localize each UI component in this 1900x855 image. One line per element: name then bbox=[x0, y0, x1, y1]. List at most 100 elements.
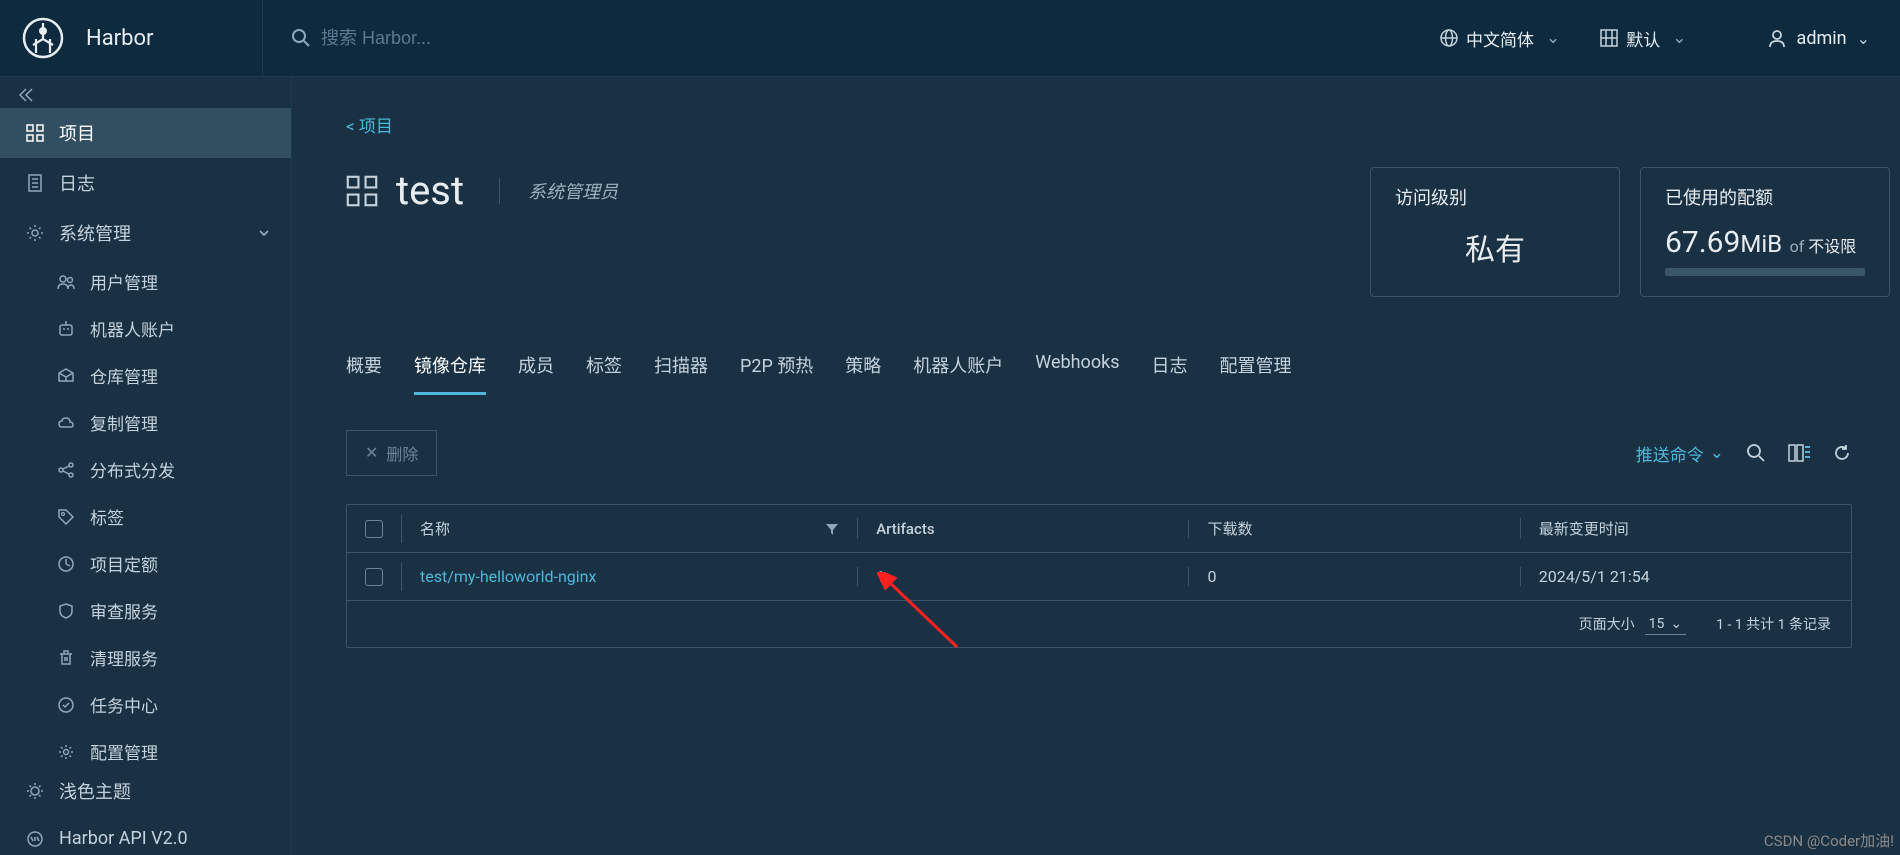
chevron-down-icon: ⌄ bbox=[1546, 28, 1560, 48]
tab-logs[interactable]: 日志 bbox=[1152, 342, 1188, 394]
page-size-selector[interactable]: 页面大小 15 ⌄ bbox=[1579, 614, 1686, 635]
tab-members[interactable]: 成员 bbox=[518, 342, 554, 394]
tab-webhooks[interactable]: Webhooks bbox=[1035, 342, 1119, 394]
sidebar-item-label: 系统管理 bbox=[59, 220, 131, 246]
language-label: 中文简体 bbox=[1466, 26, 1534, 51]
tab-p2p[interactable]: P2P 预热 bbox=[740, 342, 813, 394]
trash-icon bbox=[56, 649, 76, 667]
breadcrumb-back[interactable]: < 项目 bbox=[346, 112, 1890, 137]
user-menu[interactable]: admin ⌄ bbox=[1767, 28, 1870, 49]
projects-icon bbox=[25, 124, 45, 142]
tab-scanner[interactable]: 扫描器 bbox=[654, 342, 708, 394]
sidebar-item-replication[interactable]: 复制管理 bbox=[0, 399, 291, 446]
language-selector[interactable]: 中文简体 ⌄ bbox=[1430, 18, 1570, 59]
project-icon bbox=[346, 175, 378, 207]
sidebar-item-label: 浅色主题 bbox=[59, 778, 131, 804]
columns-icon[interactable] bbox=[1788, 444, 1810, 462]
sidebar-item-registries[interactable]: 仓库管理 bbox=[0, 352, 291, 399]
tab-policy[interactable]: 策略 bbox=[845, 342, 881, 394]
table-footer: 页面大小 15 ⌄ 1 - 1 共计 1 条记录 bbox=[347, 601, 1851, 647]
column-header-downloads[interactable]: 下载数 bbox=[1189, 518, 1520, 539]
tab-robots[interactable]: 机器人账户 bbox=[913, 342, 1003, 394]
sidebar-item-audit[interactable]: 审查服务 bbox=[0, 587, 291, 634]
sidebar-item-label: 日志 bbox=[59, 170, 271, 196]
sidebar-item-api[interactable]: Harbor API V2.0 bbox=[0, 816, 291, 855]
select-all-checkbox[interactable] bbox=[365, 520, 383, 538]
sidebar-item-tasks[interactable]: 任务中心 bbox=[0, 681, 291, 728]
main-content: < 项目 test 系统管理员 访问级别 私有 已使用的配额 67.69MiB … bbox=[292, 77, 1900, 855]
refresh-icon[interactable] bbox=[1832, 443, 1852, 463]
delete-button[interactable]: ✕ 删除 bbox=[346, 430, 437, 476]
sidebar-item-projects[interactable]: 项目 bbox=[0, 108, 291, 158]
user-icon bbox=[1767, 28, 1787, 48]
close-icon: ✕ bbox=[365, 443, 378, 463]
column-header-updated[interactable]: 最新变更时间 bbox=[1521, 518, 1851, 539]
select-all-cell bbox=[347, 515, 402, 543]
quota-progress-bar bbox=[1665, 268, 1865, 276]
card-value: 私有 bbox=[1395, 225, 1595, 269]
project-role: 系统管理员 bbox=[499, 178, 618, 204]
sidebar-item-label: 项目定额 bbox=[90, 551, 158, 576]
repositories-table: 名称 Artifacts 下载数 最新变更时间 test/my-hellowor… bbox=[346, 504, 1852, 648]
page-size-value[interactable]: 15 ⌄ bbox=[1645, 614, 1686, 635]
search-section bbox=[262, 0, 1430, 76]
push-command-dropdown[interactable]: 推送命令 ⌄ bbox=[1636, 441, 1724, 466]
button-label: 删除 bbox=[386, 441, 418, 465]
page-size-label: 页面大小 bbox=[1579, 614, 1635, 634]
sun-icon bbox=[25, 782, 45, 800]
theme-selector[interactable]: 默认 ⌄ bbox=[1590, 18, 1696, 59]
tab-repos[interactable]: 镜像仓库 bbox=[414, 342, 486, 394]
row-checkbox[interactable] bbox=[365, 568, 383, 586]
project-title: test bbox=[346, 167, 464, 214]
sidebar-item-label: 机器人账户 bbox=[90, 316, 175, 341]
tab-config[interactable]: 配置管理 bbox=[1220, 342, 1292, 394]
share-icon bbox=[56, 461, 76, 479]
cell-updated: 2024/5/1 21:54 bbox=[1521, 567, 1851, 586]
column-header-name[interactable]: 名称 bbox=[402, 518, 858, 539]
robot-icon bbox=[56, 320, 76, 338]
theme-label: 默认 bbox=[1626, 26, 1660, 51]
config-icon bbox=[56, 743, 76, 761]
chevron-down-icon bbox=[257, 226, 271, 240]
tab-summary[interactable]: 概要 bbox=[346, 342, 382, 394]
sidebar-item-label: Harbor API V2.0 bbox=[59, 828, 188, 849]
sidebar-item-users[interactable]: 用户管理 bbox=[0, 258, 291, 305]
chevron-down-icon: ⌄ bbox=[1672, 28, 1686, 48]
search-input[interactable] bbox=[321, 28, 721, 49]
sidebar-item-labels[interactable]: 标签 bbox=[0, 493, 291, 540]
watermark: CSDN @Coder加油! bbox=[1764, 830, 1894, 851]
sidebar-item-distribution[interactable]: 分布式分发 bbox=[0, 446, 291, 493]
repo-link[interactable]: test/my-helloworld-nginx bbox=[420, 567, 596, 586]
sidebar-item-label: 用户管理 bbox=[90, 269, 158, 294]
sidebar-item-system[interactable]: 系统管理 bbox=[0, 208, 291, 258]
project-title-section: test 系统管理员 bbox=[346, 167, 618, 214]
chevron-down-icon: ⌄ bbox=[1670, 616, 1682, 632]
tab-labels[interactable]: 标签 bbox=[586, 342, 622, 394]
quota-number: 67.69 bbox=[1665, 225, 1740, 260]
toolbar-right: 推送命令 ⌄ bbox=[1636, 441, 1852, 466]
sidebar-item-light-theme[interactable]: 浅色主题 bbox=[0, 766, 291, 816]
logo-section: Harbor bbox=[0, 17, 262, 59]
search-icon bbox=[291, 28, 311, 48]
logs-icon bbox=[25, 174, 45, 192]
globe-icon bbox=[1440, 29, 1458, 47]
sidebar-item-label: 配置管理 bbox=[90, 739, 158, 764]
cell-downloads: 0 bbox=[1189, 567, 1520, 586]
column-header-artifacts[interactable]: Artifacts bbox=[858, 520, 1189, 538]
users-icon bbox=[56, 273, 76, 291]
sidebar-item-gc[interactable]: 清理服务 bbox=[0, 634, 291, 681]
sidebar-item-robots[interactable]: 机器人账户 bbox=[0, 305, 291, 352]
quota-card: 已使用的配额 67.69MiB of 不设限 bbox=[1640, 167, 1890, 297]
search-icon[interactable] bbox=[1746, 443, 1766, 463]
filter-icon[interactable] bbox=[825, 522, 839, 536]
sidebar: 项目 日志 系统管理 用户管理 机器人账户 仓库管理 复制管理 分布式分发 标签… bbox=[0, 77, 292, 855]
sidebar-item-label: 分布式分发 bbox=[90, 457, 175, 482]
chevron-down-icon: ⌄ bbox=[1710, 443, 1724, 463]
shield-icon bbox=[56, 602, 76, 620]
row-select-cell bbox=[347, 563, 402, 591]
sidebar-item-logs[interactable]: 日志 bbox=[0, 158, 291, 208]
sidebar-item-quotas[interactable]: 项目定额 bbox=[0, 540, 291, 587]
collapse-sidebar-button[interactable] bbox=[0, 77, 291, 108]
cell-name: test/my-helloworld-nginx bbox=[402, 567, 858, 586]
tag-icon bbox=[56, 508, 76, 526]
